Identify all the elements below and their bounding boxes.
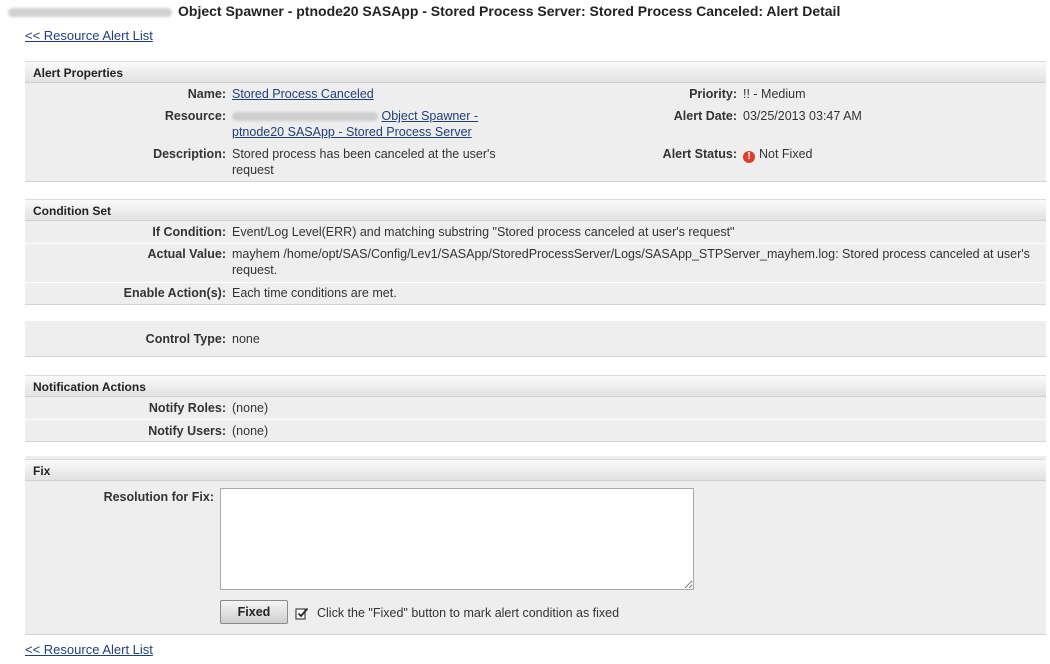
enable-actions-value: Each time conditions are met. [232, 286, 397, 300]
notify-roles-value: (none) [232, 401, 269, 415]
notification-actions-heading: Notification Actions [25, 375, 1046, 397]
fix-heading: Fix [25, 459, 1046, 481]
condition-set-heading: Condition Set [25, 199, 1046, 221]
name-label: Name: [187, 87, 226, 101]
enable-actions-label: Enable Action(s): [123, 286, 226, 300]
condition-set-section: Condition Set If Condition: Event/Log Le… [25, 199, 1046, 305]
alert-status-label: Alert Status: [662, 147, 737, 161]
page-title-text: Object Spawner - ptnode20 SASApp - Store… [178, 3, 841, 19]
resolution-textarea[interactable] [220, 488, 694, 590]
row-divider [25, 282, 1046, 283]
control-section: Control Type: none [25, 321, 1046, 357]
notify-users-label: Notify Users: [148, 424, 226, 438]
alert-properties-section: Alert Properties Name: Stored Process Ca… [25, 61, 1046, 182]
notify-roles-label: Notify Roles: [148, 401, 226, 415]
alert-status-value: ! Not Fixed [743, 146, 813, 163]
checkbox-check-icon [295, 606, 309, 620]
alert-properties-heading: Alert Properties [25, 61, 1046, 83]
row-divider [25, 419, 1046, 420]
control-type-label: Control Type: [145, 332, 226, 346]
back-to-resource-alert-list-link-bottom[interactable]: << Resource Alert List [25, 642, 153, 657]
back-to-resource-alert-list-link-top[interactable]: << Resource Alert List [25, 28, 153, 43]
actual-value-value: mayhem /home/opt/SAS/Config/Lev1/SASApp/… [232, 247, 1030, 277]
redacted-resource-host [232, 112, 378, 122]
alert-error-icon: ! [743, 151, 755, 163]
resource-value[interactable]: Object Spawner - ptnode20 SASApp - Store… [232, 108, 532, 140]
redacted-host-name [8, 7, 172, 17]
if-condition-value: Event/Log Level(ERR) and matching substr… [232, 225, 735, 239]
notify-users-value: (none) [232, 424, 269, 438]
priority-label: Priority: [689, 87, 737, 101]
alert-status-text: Not Fixed [759, 147, 813, 161]
resource-link-line1[interactable]: Object Spawner - [381, 109, 478, 123]
fix-section: Fix Resolution for Fix: Fixed Click the … [25, 456, 1046, 635]
alert-date-label: Alert Date: [673, 109, 737, 123]
page-title: Object Spawner - ptnode20 SASApp - Store… [8, 2, 840, 20]
actual-value-label: Actual Value: [147, 247, 227, 261]
resource-link-line2[interactable]: ptnode20 SASApp - Stored Process Server [232, 125, 472, 139]
control-type-value: none [232, 332, 260, 346]
notification-actions-section: Notification Actions Notify Roles: (none… [25, 375, 1046, 442]
fixed-button[interactable]: Fixed [220, 600, 288, 624]
resource-label: Resource: [164, 109, 226, 123]
priority-value: !! - Medium [743, 87, 806, 101]
description-value: Stored process has been canceled at the … [232, 147, 496, 177]
alert-date-value: 03/25/2013 03:47 AM [743, 109, 862, 123]
description-label: Description: [153, 147, 226, 161]
fixed-hint-text: Click the "Fixed" button to mark alert c… [317, 606, 620, 620]
if-condition-label: If Condition: [152, 225, 226, 239]
alert-name-link[interactable]: Stored Process Canceled [232, 86, 374, 102]
row-divider [25, 243, 1046, 244]
resolution-label: Resolution for Fix: [103, 490, 214, 504]
